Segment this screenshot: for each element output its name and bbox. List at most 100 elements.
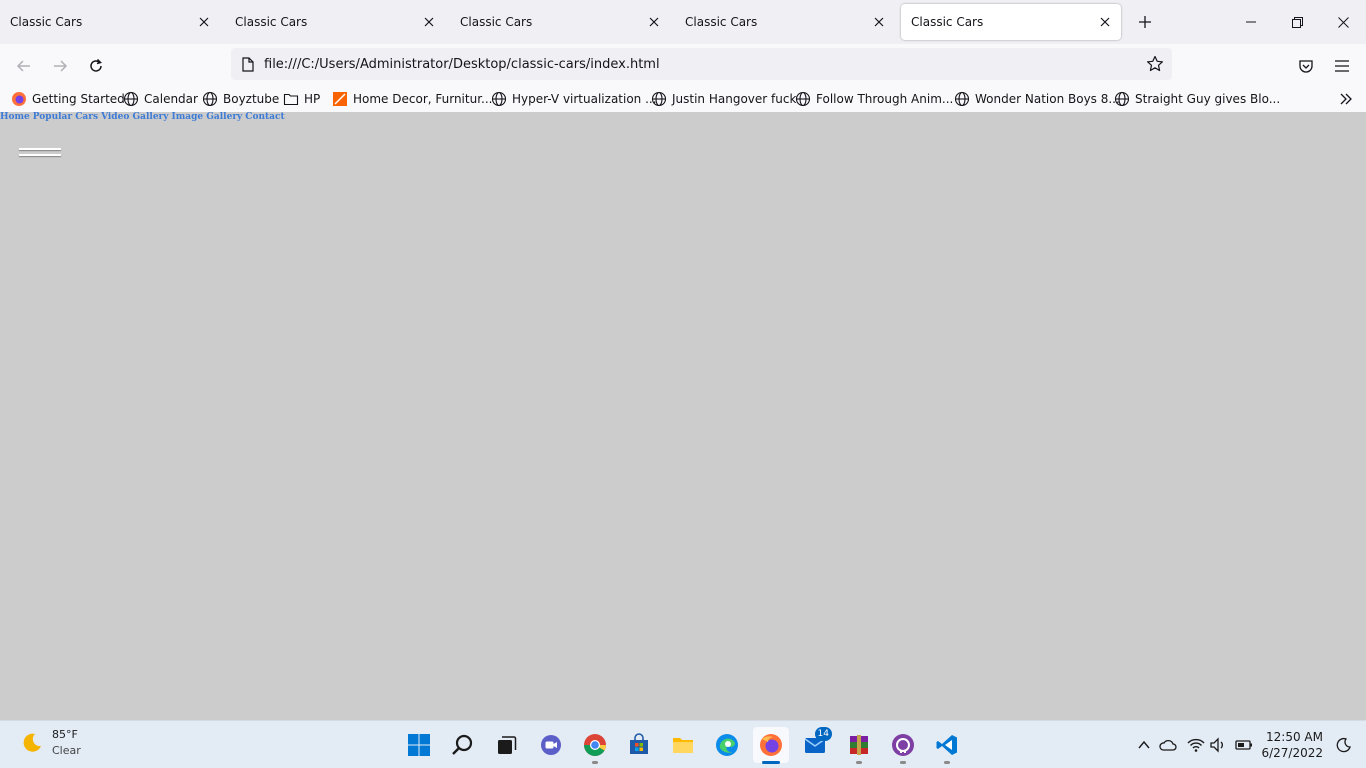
tab-title: Classic Cars: [911, 15, 984, 29]
bookmark-star-icon[interactable]: [1144, 53, 1166, 75]
nav-link-contact[interactable]: Contact: [245, 112, 284, 122]
bookmarks-toolbar: Getting Started Calendar Boyztube HP Hom…: [0, 86, 1366, 112]
bookmark-label: Getting Started: [32, 92, 125, 106]
bookmark-boyztube[interactable]: Boyztube: [202, 89, 279, 109]
hamburger-bar: [19, 148, 61, 150]
running-indicator: [900, 761, 906, 764]
tab-1[interactable]: Classic Cars: [0, 4, 220, 40]
store-app[interactable]: [621, 727, 657, 763]
close-window-button[interactable]: [1320, 0, 1366, 44]
menu-button[interactable]: [1328, 52, 1356, 80]
bookmark-folder-hp[interactable]: HP: [283, 89, 320, 109]
page-content: Home Popular Cars Video Gallery Image Galle…: [0, 112, 1366, 720]
battery-tray[interactable]: [1234, 735, 1254, 755]
globe-icon: [491, 91, 507, 107]
tab-4[interactable]: Classic Cars: [675, 4, 895, 40]
home-depot-icon: [332, 91, 348, 107]
bookmark-label: HP: [304, 92, 321, 106]
tab-title: Classic Cars: [460, 15, 533, 29]
focus-assist-moon-icon: [1336, 737, 1351, 753]
running-indicator: [944, 761, 950, 764]
github-desktop-app[interactable]: [885, 727, 921, 764]
teams-chat-icon: [541, 735, 561, 755]
minimize-button[interactable]: [1228, 0, 1274, 44]
bookmark-straight-guy[interactable]: Straight Guy gives Blo...: [1114, 89, 1280, 109]
volume-tray[interactable]: [1208, 735, 1228, 755]
tab-2[interactable]: Classic Cars: [225, 4, 445, 40]
bookmark-wonder-nation[interactable]: Wonder Nation Boys 8...: [954, 89, 1120, 109]
file-explorer-app[interactable]: [665, 727, 701, 763]
globe-icon: [954, 91, 970, 107]
chevron-up-icon: [1138, 740, 1150, 749]
weather-temp: 85°F: [52, 728, 78, 741]
bookmark-label: Calendar: [144, 92, 198, 106]
wifi-icon: [1187, 738, 1205, 752]
close-tab-icon[interactable]: [417, 10, 441, 34]
forward-button[interactable]: [46, 52, 74, 80]
bookmark-justin[interactable]: Justin Hangover fuck: [651, 89, 796, 109]
nav-link-popular-cars[interactable]: Popular Cars: [33, 112, 98, 122]
close-tab-icon[interactable]: [867, 10, 891, 34]
task-view-button[interactable]: [489, 727, 525, 763]
hamburger-bar: [19, 154, 61, 156]
github-desktop-icon: [892, 734, 914, 756]
firefox-icon: [760, 734, 782, 756]
close-tab-icon[interactable]: [1093, 10, 1117, 34]
globe-icon: [123, 91, 139, 107]
running-indicator: [856, 761, 862, 764]
speaker-icon: [1210, 737, 1223, 753]
running-indicator: [762, 761, 780, 764]
show-hidden-icons-button[interactable]: [1134, 735, 1154, 755]
url-text[interactable]: file:///C:/Users/Administrator/Desktop/c…: [264, 57, 660, 72]
notification-center-button[interactable]: [1334, 735, 1354, 755]
notification-badge: 14: [814, 727, 832, 741]
back-button[interactable]: [10, 52, 38, 80]
clock[interactable]: 12:50 AM 6/27/2022: [1261, 729, 1323, 761]
reload-button[interactable]: [82, 52, 110, 80]
edge-app[interactable]: [709, 727, 745, 763]
nav-link-image-gallery[interactable]: Image Gallery: [172, 112, 243, 122]
hamburger-menu-icon[interactable]: [19, 146, 61, 160]
mail-app[interactable]: 14: [797, 727, 833, 763]
new-tab-button[interactable]: [1133, 10, 1157, 34]
winrar-icon: [850, 735, 868, 755]
store-icon: [630, 733, 648, 754]
bookmark-label: Justin Hangover fuck: [672, 92, 797, 106]
start-button[interactable]: [401, 727, 437, 763]
navigation-toolbar: file:///C:/Users/Administrator/Desktop/c…: [0, 44, 1366, 86]
globe-icon: [795, 91, 811, 107]
close-tab-icon[interactable]: [192, 10, 216, 34]
weather-widget[interactable]: 85°F Clear: [20, 727, 81, 759]
tab-title: Classic Cars: [235, 15, 308, 29]
battery-icon: [1235, 740, 1252, 750]
bookmark-calendar[interactable]: Calendar: [123, 89, 198, 109]
taskbar-search-button[interactable]: [445, 727, 481, 763]
windows-start-icon: [408, 734, 430, 756]
minimize-icon: [1246, 21, 1256, 23]
close-tab-icon[interactable]: [642, 10, 666, 34]
bookmark-follow-through[interactable]: Follow Through Anim...: [795, 89, 953, 109]
tab-5-active[interactable]: Classic Cars: [901, 4, 1121, 40]
chat-button[interactable]: [533, 727, 569, 763]
task-view-icon: [498, 736, 517, 754]
page-icon: [239, 55, 257, 73]
bookmark-home-decor[interactable]: Home Decor, Furnitur...: [332, 89, 492, 109]
url-bar[interactable]: file:///C:/Users/Administrator/Desktop/c…: [231, 48, 1172, 80]
bookmark-getting-started[interactable]: Getting Started: [11, 89, 125, 109]
nav-link-video-gallery[interactable]: Video Gallery: [101, 112, 168, 122]
pocket-button[interactable]: [1292, 52, 1320, 80]
onedrive-tray[interactable]: [1158, 735, 1178, 755]
bookmark-label: Hyper-V virtualization ...: [512, 92, 657, 106]
tab-3[interactable]: Classic Cars: [450, 4, 670, 40]
bookmark-label: Home Decor, Furnitur...: [353, 92, 493, 106]
restore-button[interactable]: [1274, 0, 1320, 44]
chrome-app[interactable]: [577, 727, 613, 764]
nav-link-home[interactable]: Home: [0, 112, 30, 122]
bookmark-hyper-v[interactable]: Hyper-V virtualization ...: [491, 89, 657, 109]
more-bookmarks-button[interactable]: [1336, 89, 1356, 109]
vscode-app[interactable]: [929, 727, 965, 764]
firefox-app[interactable]: [753, 727, 789, 764]
winrar-app[interactable]: [841, 727, 877, 764]
network-tray[interactable]: [1186, 735, 1206, 755]
cloud-icon: [1159, 739, 1177, 751]
